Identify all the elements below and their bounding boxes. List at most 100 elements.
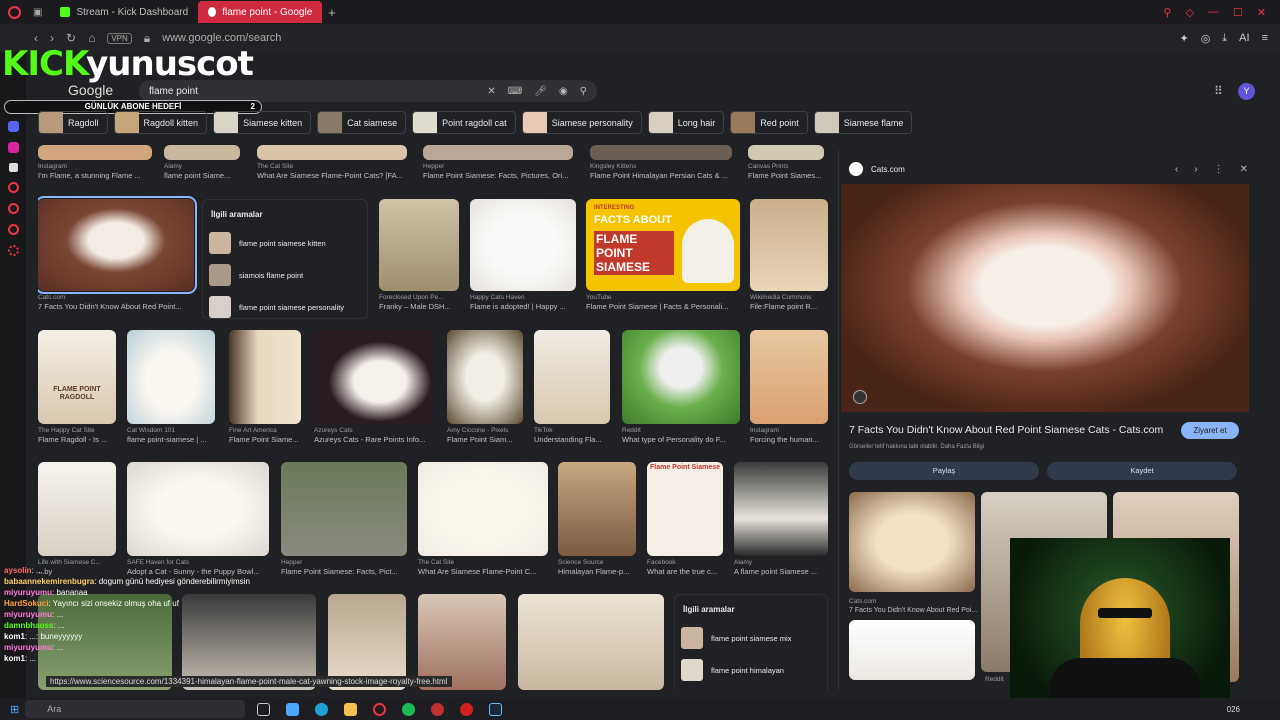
search-icon[interactable]: ⚲ bbox=[580, 86, 587, 97]
discord-icon[interactable] bbox=[7, 121, 19, 132]
chip-siamese-personality[interactable]: Siamese personality bbox=[521, 111, 642, 134]
settings-icon[interactable] bbox=[7, 245, 19, 256]
windows-start-icon[interactable]: ⊞ bbox=[10, 703, 19, 716]
tab-menu-icon[interactable]: ◇ bbox=[1185, 6, 1193, 19]
share-button[interactable]: Paylaş bbox=[849, 462, 1039, 480]
reload-icon[interactable]: ↻ bbox=[66, 31, 76, 45]
clock-icon[interactable] bbox=[7, 224, 19, 235]
x-icon[interactable] bbox=[8, 163, 18, 172]
opera-icon[interactable] bbox=[373, 702, 387, 716]
search-input[interactable]: flame point bbox=[149, 86, 487, 97]
chip-red-point[interactable]: Red point bbox=[730, 111, 808, 134]
image-result[interactable]: Reddit What type of Personality do F... bbox=[622, 330, 740, 444]
spotify-icon[interactable] bbox=[402, 702, 416, 716]
steam-icon[interactable] bbox=[489, 702, 503, 716]
image-result[interactable]: FLAME POINT RAGDOLL The Happy Cat Site Fl… bbox=[38, 330, 116, 444]
minimize-icon[interactable]: — bbox=[1208, 6, 1219, 19]
chip-long-hair[interactable]: Long hair bbox=[647, 111, 725, 134]
prev-icon[interactable]: ‹ bbox=[1175, 164, 1178, 175]
app-icon[interactable] bbox=[431, 702, 445, 716]
forward-icon[interactable]: › bbox=[50, 31, 54, 45]
close-icon[interactable]: ✕ bbox=[1240, 164, 1248, 175]
image-result[interactable]: Flame Point Siamese Facebook What are the… bbox=[647, 462, 723, 576]
edge-icon[interactable] bbox=[315, 702, 329, 716]
aria-ai-icon[interactable]: AI bbox=[1239, 32, 1249, 45]
close-window-icon[interactable]: ✕ bbox=[1257, 6, 1266, 19]
google-logo[interactable]: Google bbox=[68, 82, 113, 98]
lens-search-icon[interactable] bbox=[853, 390, 867, 404]
tab-google-search[interactable]: flame point - Google'da A bbox=[198, 1, 323, 23]
vpn-badge[interactable]: VPN bbox=[107, 32, 132, 44]
image-result[interactable]: Instagram Forcing the human... bbox=[750, 330, 828, 444]
image-result[interactable]: Fine Art America Flame Point Siame... bbox=[229, 330, 301, 444]
image-result[interactable]: Wikimedia Commons File:Flame point R... bbox=[750, 199, 828, 311]
related-search-item[interactable]: flame point siamese personality bbox=[209, 291, 361, 323]
avatar[interactable]: Y bbox=[1238, 83, 1255, 100]
clear-icon[interactable]: ✕ bbox=[487, 86, 495, 97]
keyboard-icon[interactable]: ⌨ bbox=[508, 86, 522, 97]
home-icon[interactable]: ⌂ bbox=[88, 31, 95, 45]
search-tabs-icon[interactable]: ⚲ bbox=[1163, 6, 1171, 19]
snapshot-icon[interactable]: ◎ bbox=[1201, 32, 1211, 45]
chip-ragdoll[interactable]: Ragdoll bbox=[38, 111, 108, 134]
save-button[interactable]: Kaydet bbox=[1047, 462, 1237, 480]
related-search-item[interactable]: siamois flame point bbox=[209, 259, 361, 291]
chip-ragdoll-kitten[interactable]: Ragdoll kitten bbox=[113, 111, 208, 134]
image-result[interactable] bbox=[518, 594, 664, 690]
image-result-selected[interactable]: Cats.com 7 Facts You Didn't Know About Re… bbox=[38, 196, 197, 311]
related-search-item[interactable]: flame point himalayan bbox=[681, 654, 821, 686]
file-explorer-icon[interactable] bbox=[344, 702, 358, 716]
chip-siamese-flame[interactable]: Siamese flame bbox=[813, 111, 913, 134]
menu-icon[interactable]: ≡ bbox=[1262, 32, 1268, 45]
bookmarks-icon[interactable] bbox=[7, 203, 19, 214]
url-field[interactable]: www.google.com/search bbox=[162, 32, 281, 44]
image-result[interactable]: TikTok Understanding Fla... bbox=[534, 330, 610, 444]
image-result[interactable]: Hepper Flame Point Siamese: Facts, Pictur… bbox=[423, 145, 573, 180]
opera-logo-icon[interactable] bbox=[8, 5, 21, 19]
instagram-icon[interactable] bbox=[7, 142, 19, 153]
related-image[interactable] bbox=[849, 620, 975, 680]
image-result[interactable]: Amy Ciccone - Pixels Flame Point Siam... bbox=[447, 330, 523, 444]
image-result[interactable]: The Cat Site What Are Siamese Flame-Point… bbox=[418, 462, 548, 576]
related-image[interactable] bbox=[849, 492, 975, 592]
new-tab-button[interactable]: + bbox=[322, 5, 342, 20]
widgets-icon[interactable] bbox=[286, 702, 300, 716]
panel-site-name[interactable]: Cats.com bbox=[871, 165, 905, 174]
microphone-icon[interactable]: 🎤︎ bbox=[534, 86, 547, 97]
preview-image[interactable] bbox=[841, 184, 1249, 412]
app-icon[interactable] bbox=[460, 702, 474, 716]
tab-kick-dashboard[interactable]: Stream - Kick Dashboard bbox=[50, 1, 198, 23]
image-result[interactable]: Alamy A flame point Siamese ... bbox=[734, 462, 828, 576]
download-icon[interactable]: ⤓ bbox=[1222, 32, 1227, 45]
chip-cat-siamese[interactable]: Cat siamese bbox=[317, 111, 407, 134]
task-view-icon[interactable] bbox=[257, 702, 271, 716]
image-result[interactable]: Kingsley Kittens Flame Point Himalayan Pe… bbox=[590, 145, 732, 180]
chip-siamese-kitten[interactable]: Siamese kitten bbox=[213, 111, 312, 134]
lens-icon[interactable]: ◉ bbox=[559, 86, 568, 97]
image-result[interactable]: Hepper Flame Point Siamese: Facts, Pict..… bbox=[281, 462, 407, 576]
image-result[interactable]: Azureys Cats Azureys Cats - Rare Points I… bbox=[314, 330, 434, 444]
extensions-icon[interactable]: ✦ bbox=[1179, 32, 1188, 45]
taskbar-search[interactable]: Ara bbox=[25, 700, 246, 718]
history-icon[interactable] bbox=[7, 182, 19, 193]
related-search-item[interactable]: flame point siamese kitten bbox=[209, 227, 361, 259]
more-options-icon[interactable]: ⋮ bbox=[1214, 164, 1224, 175]
image-result[interactable]: Canvas Prints Flame Point Siames... bbox=[748, 145, 824, 180]
image-result[interactable]: Science Source Himalayan Flame-p... bbox=[558, 462, 636, 576]
image-result[interactable]: The Cat Site What Are Siamese Flame-Point… bbox=[257, 145, 407, 180]
related-search-item[interactable]: flame point siamese mix bbox=[681, 622, 821, 654]
image-result[interactable]: Happy Cats Haven Flame is adopted! | Happ… bbox=[470, 199, 576, 311]
chip-point-ragdoll-cat[interactable]: Point ragdoll cat bbox=[412, 111, 516, 134]
image-result[interactable]: Alamy flame point Siame... bbox=[164, 145, 240, 180]
image-result[interactable]: SAFE Haven for Cats Adopt a Cat - Sunny -… bbox=[127, 462, 269, 576]
apps-grid-icon[interactable]: ⠿ bbox=[1214, 84, 1223, 98]
tab-overview-icon[interactable]: ▣ bbox=[33, 7, 42, 18]
image-result[interactable]: Instagram I'm Flame, a stunning Flame ... bbox=[38, 145, 152, 180]
visit-button[interactable]: Ziyaret et bbox=[1181, 422, 1239, 439]
image-result[interactable]: Life with Siamese C... ...by bbox=[38, 462, 116, 576]
next-icon[interactable]: › bbox=[1194, 164, 1197, 175]
maximize-icon[interactable]: ☐ bbox=[1233, 6, 1243, 19]
preview-title[interactable]: 7 Facts You Didn't Know About Red Point … bbox=[849, 424, 1163, 436]
image-result[interactable]: INTERESTING FACTS ABOUT FLAME POINT SIAM… bbox=[586, 199, 740, 311]
back-icon[interactable]: ‹ bbox=[34, 31, 38, 45]
